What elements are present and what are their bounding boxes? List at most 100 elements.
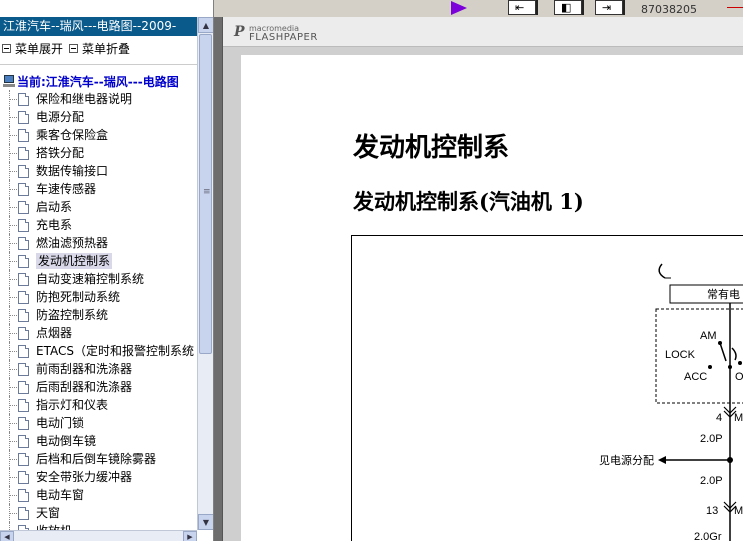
document-icon <box>18 470 29 484</box>
tree-item[interactable]: 防抱死制动系统 <box>0 288 197 306</box>
document-icon <box>18 164 29 178</box>
tree-item[interactable]: 电动车窗 <box>0 486 197 504</box>
wire-end-mark <box>658 263 666 279</box>
tree-item[interactable]: 后档和后倒车镜除雾器 <box>0 450 197 468</box>
previous-page-icon: ◧ <box>561 1 572 14</box>
phone-number: 87038205 <box>641 3 697 16</box>
scroll-right-arrow-icon[interactable]: ▶ <box>183 531 197 541</box>
first-page-button[interactable]: ⇤ <box>508 0 536 15</box>
tree-item[interactable]: 乘客仓保险盒 <box>0 126 197 144</box>
tree-item[interactable]: 启动系 <box>0 198 197 216</box>
switch-acc-label: ACC <box>684 371 707 383</box>
tree-item[interactable]: 车速传感器 <box>0 180 197 198</box>
divider <box>0 64 197 65</box>
previous-page-button[interactable]: ◧ <box>554 0 582 15</box>
scroll-down-arrow-icon[interactable]: ▼ <box>198 514 213 530</box>
tree-item-label: 后雨刮器和洗涤器 <box>36 380 133 394</box>
tree-item[interactable]: 数据传输接口 <box>0 162 197 180</box>
tree-item[interactable]: 指示灯和仪表 <box>0 396 197 414</box>
document-viewer: macromedia FLASHPAPER 发动机控制系 发动机控制系(汽油机 … <box>214 17 743 541</box>
tree-item[interactable]: 电源分配 <box>0 108 197 126</box>
collapse-menu-button[interactable]: 菜单折叠 <box>69 40 130 57</box>
tree-item[interactable]: 防盗控制系统 <box>0 306 197 324</box>
switch-on-label: ON <box>735 371 743 383</box>
document-icon <box>18 506 29 520</box>
wire-1-label: 2.0P <box>700 433 723 445</box>
tree-item[interactable]: 保险和继电器说明 <box>0 90 197 108</box>
toc-tree: 当前:江淮汽车--瑞风---电路图 保险和继电器说明电源分配乘客仓保险盒搭铁分配… <box>0 72 197 540</box>
scroll-thumb[interactable] <box>199 34 212 354</box>
play-icon[interactable] <box>451 1 467 15</box>
tree-item[interactable]: 电动门锁 <box>0 414 197 432</box>
tree-root-label: 当前:江淮汽车--瑞风---电路图 <box>17 74 179 89</box>
tree-item[interactable]: 自动变速箱控制系统 <box>0 270 197 288</box>
document-icon <box>18 362 29 376</box>
document-icon <box>18 326 29 340</box>
tree-item-label: 启动系 <box>36 200 73 214</box>
expand-icon <box>2 43 11 53</box>
document-icon <box>18 416 29 430</box>
collapse-menu-label: 菜单折叠 <box>82 41 131 56</box>
document-icon <box>18 272 29 286</box>
tree-item-label: 发动机控制系 <box>36 253 113 269</box>
tree-item[interactable]: 天窗 <box>0 504 197 522</box>
next-page-button[interactable]: ⇥ <box>595 0 623 15</box>
tree-item-label: 数据传输接口 <box>36 164 109 178</box>
tree-item[interactable]: 充电系 <box>0 216 197 234</box>
tree-item[interactable]: 前雨刮器和洗涤器 <box>0 360 197 378</box>
document-icon <box>18 128 29 142</box>
tree-item-label: 前雨刮器和洗涤器 <box>36 362 133 376</box>
wire-2-label: 2.0P <box>700 475 723 487</box>
red-mark <box>727 7 743 8</box>
tree-items: 保险和继电器说明电源分配乘客仓保险盒搭铁分配数据传输接口 车速传感器启动系充电系燃… <box>0 90 197 540</box>
tree-item-label: 燃油滤预热器 <box>36 236 109 250</box>
tree-item[interactable]: 发动机控制系 <box>0 252 197 270</box>
left-nav-pane: 江淮汽车--瑞风---电路图--2009- 菜单展开 菜单折叠 当前:江淮汽车-… <box>0 0 214 541</box>
tree-item-label: 电动车窗 <box>36 488 85 502</box>
brand-big: FLASHPAPER <box>249 32 318 43</box>
switch-lock-label: LOCK <box>665 349 696 361</box>
document-icon <box>18 236 29 250</box>
tree-item-label: ETACS（定时和报警控制系统 <box>36 344 194 358</box>
expand-menu-label: 菜单展开 <box>15 41 64 56</box>
tree-root[interactable]: 当前:江淮汽车--瑞风---电路图 <box>0 72 197 90</box>
connector-1-pin: 4 <box>716 412 722 424</box>
document-icon <box>18 110 29 124</box>
scroll-up-arrow-icon[interactable]: ▲ <box>198 17 213 33</box>
tree-horizontal-scrollbar[interactable]: ◀ ▶ <box>0 530 197 541</box>
switch-am-label: AM <box>700 330 717 342</box>
tree-item-label: 保险和继电器说明 <box>36 92 133 106</box>
tree-item[interactable]: 燃油滤预热器 <box>0 234 197 252</box>
document-icon <box>18 488 29 502</box>
circuit-diagram-svg: 常有电 AM LOCK ACC ON S <box>599 263 743 541</box>
tree-vertical-scrollbar[interactable]: ▲ ▼ <box>197 17 213 530</box>
tree-item[interactable]: 后雨刮器和洗涤器 <box>0 378 197 396</box>
tree-item[interactable]: 电动倒车镜 <box>0 432 197 450</box>
page-heading: 发动机控制系 <box>353 133 510 163</box>
tree-item-label: 电动门锁 <box>36 416 85 430</box>
tree-item[interactable]: 搭铁分配 <box>0 144 197 162</box>
circuit-diagram: 常有电 AM LOCK ACC ON S <box>351 235 743 541</box>
page-subheading: 发动机控制系(汽油机 1) <box>353 189 584 214</box>
document-page[interactable]: 发动机控制系 发动机控制系(汽油机 1) 常有电 AM LOCK ACC O 4… <box>241 55 743 541</box>
branch-arrow-icon <box>658 456 666 464</box>
tree-item-label: 点烟器 <box>36 326 73 340</box>
tree-item[interactable]: 点烟器 <box>0 324 197 342</box>
document-icon <box>18 200 29 214</box>
flashpaper-logo: macromedia FLASHPAPER <box>233 24 318 43</box>
tree-item-label: 乘客仓保险盒 <box>36 128 109 142</box>
reference-label: 见电源分配 <box>599 453 654 467</box>
expand-menu-button[interactable]: 菜单展开 <box>2 40 63 57</box>
tree-item-label: 防盗控制系统 <box>36 308 109 322</box>
tree-item-label: 车速传感器 <box>36 182 97 196</box>
tree-item-label: 充电系 <box>36 218 73 232</box>
first-page-icon: ⇤ <box>515 1 525 14</box>
document-icon <box>18 380 29 394</box>
tree-item[interactable]: 安全带张力缓冲器 <box>0 468 197 486</box>
tree-item[interactable]: ETACS（定时和报警控制系统 <box>0 342 197 360</box>
document-icon <box>18 452 29 466</box>
document-icon <box>18 290 29 304</box>
scroll-left-arrow-icon[interactable]: ◀ <box>0 531 14 541</box>
doc-title-bar: 江淮汽车--瑞风---电路图--2009- <box>0 17 197 36</box>
wire-3-label: 2.0Gr <box>694 531 722 541</box>
